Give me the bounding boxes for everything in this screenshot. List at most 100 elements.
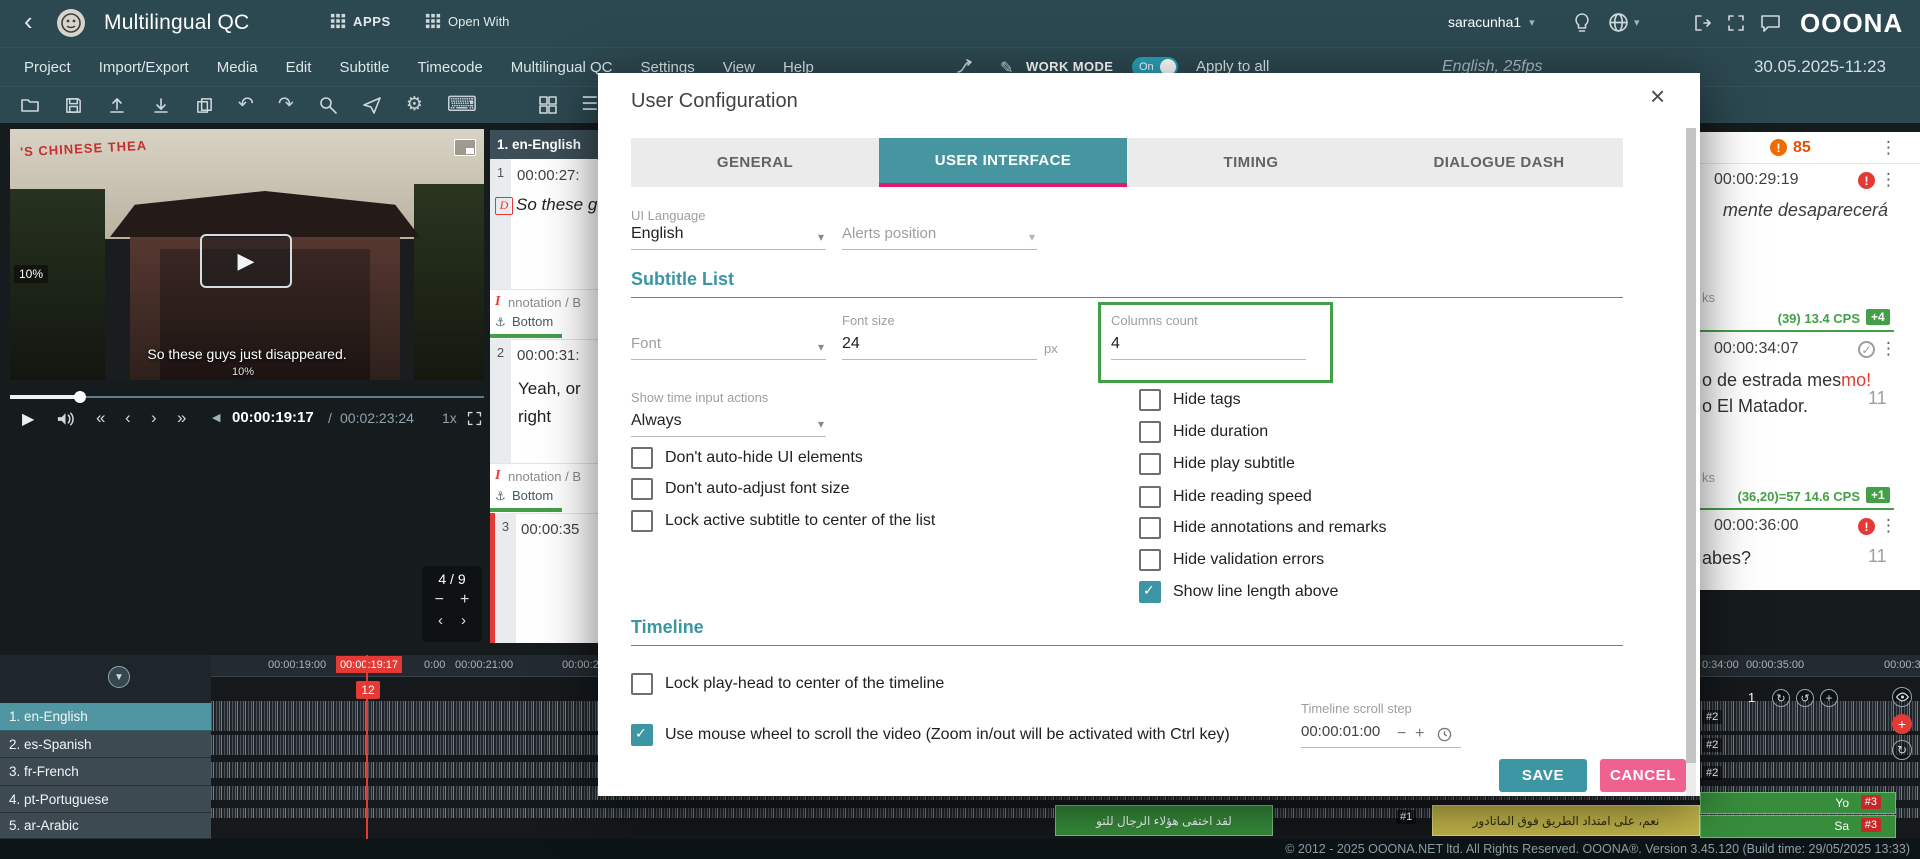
checkbox-box[interactable] [1139, 389, 1161, 411]
kebab-menu-icon[interactable]: ⋮ [1880, 517, 1897, 534]
target-text-2-line2[interactable]: o El Matador. [1702, 396, 1808, 417]
apps-button[interactable]: APPS [330, 13, 391, 29]
track-pt-portuguese[interactable]: 4. pt-Portuguese [0, 786, 211, 813]
subtitle-text-line1[interactable]: Yeah, or [518, 379, 581, 399]
layout-grid-icon[interactable] [539, 96, 557, 114]
volume-icon[interactable] [56, 410, 75, 428]
checkbox-hide-annotations[interactable]: Hide annotations and remarks [1139, 517, 1386, 539]
tab-general[interactable]: GENERAL [631, 138, 879, 187]
menu-timecode[interactable]: Timecode [417, 59, 482, 76]
zoom-in-button[interactable]: + [460, 591, 469, 609]
tab-dialogue-dash[interactable]: DIALOGUE DASH [1375, 138, 1623, 187]
zoom-out-button[interactable]: − [435, 591, 444, 609]
track-en-english[interactable]: 1. en-English [0, 703, 211, 731]
target-text-1[interactable]: mente desaparecerá [1700, 200, 1888, 221]
checkbox-show-line-length[interactable]: Show line length above [1139, 581, 1338, 603]
menu-media[interactable]: Media [217, 59, 258, 76]
pip-icon[interactable] [454, 139, 476, 156]
loop-icon[interactable]: ↻ [1772, 689, 1790, 707]
checkbox-box[interactable] [631, 673, 653, 695]
error-count-badge[interactable]: 85 [1793, 139, 1811, 157]
subtitle-text[interactable]: So these g [516, 195, 597, 215]
search-icon[interactable] [318, 95, 338, 115]
kebab-menu-icon[interactable]: ⋮ [1880, 139, 1897, 156]
save-button[interactable]: SAVE [1499, 759, 1587, 792]
clock-icon[interactable] [1437, 727, 1452, 742]
checkbox-hide-validation-errors[interactable]: Hide validation errors [1139, 549, 1324, 571]
alerts-position-select[interactable]: Alerts position ▾ [842, 225, 1037, 250]
scrollbar-thumb[interactable] [1686, 128, 1696, 763]
checkbox-box[interactable] [1139, 581, 1161, 603]
checkbox-box[interactable] [631, 447, 653, 469]
checkbox-hide-reading-speed[interactable]: Hide reading speed [1139, 486, 1312, 508]
skip-forward-icon[interactable]: » [177, 408, 186, 428]
menu-project[interactable]: Project [24, 59, 71, 76]
prev-frame-icon[interactable]: ◀ [212, 411, 220, 424]
checkbox-hide-tags[interactable]: Hide tags [1139, 389, 1241, 411]
menu-subtitle[interactable]: Subtitle [339, 59, 389, 76]
subtitle-row-1[interactable]: 1 00:00:27: D So these g [490, 159, 598, 290]
play-overlay-button[interactable]: ▶ [200, 234, 292, 288]
add-track-button[interactable]: + [1892, 714, 1912, 734]
checkbox-hide-duration[interactable]: Hide duration [1139, 421, 1268, 443]
checkbox-box[interactable] [1139, 486, 1161, 508]
checkbox-box[interactable] [1139, 517, 1161, 539]
skip-back-icon[interactable]: « [96, 408, 105, 428]
checkbox-box[interactable] [631, 478, 653, 500]
checkbox-box[interactable] [1139, 421, 1161, 443]
next-page-icon[interactable]: › [461, 612, 466, 629]
subtitle-row-2[interactable]: 2 00:00:31: Yeah, or right [490, 339, 598, 464]
keyboard-icon[interactable]: ⌨ [447, 95, 477, 115]
menu-import-export[interactable]: Import/Export [99, 59, 189, 76]
checkbox-box[interactable] [1139, 549, 1161, 571]
chat-icon[interactable] [1760, 13, 1781, 33]
row-start-time[interactable]: 00:00:27: [517, 167, 580, 184]
timeline-block-green[interactable]: لقد اختفى هؤلاء الرجال للتو [1055, 805, 1273, 836]
kebab-menu-icon[interactable]: ⋮ [1880, 171, 1897, 188]
show-time-actions-select[interactable]: Always ▾ [631, 412, 826, 437]
prev-subtitle-icon[interactable]: ‹ [125, 408, 131, 428]
cancel-button[interactable]: CANCEL [1600, 759, 1686, 792]
upload-icon[interactable] [107, 95, 127, 115]
redo-icon[interactable]: ↷ [278, 95, 294, 115]
checkbox-box[interactable] [1139, 453, 1161, 475]
target-time-3[interactable]: 00:00:36:00 [1714, 517, 1799, 535]
download-icon[interactable] [151, 95, 171, 115]
target-text-2-line1[interactable]: o de estrada mesmo! [1702, 370, 1871, 391]
checkbox-box[interactable] [631, 510, 653, 532]
track-es-spanish[interactable]: 2. es-Spanish [0, 731, 211, 758]
list-icon[interactable]: ☰ [581, 95, 598, 115]
tab-user-interface[interactable]: USER INTERFACE [879, 138, 1127, 187]
font-size-input[interactable]: 24 [842, 335, 1037, 360]
track-ar-arabic[interactable]: 5. ar-Arabic [0, 813, 211, 839]
dialog-scrollbar[interactable] [1686, 128, 1696, 796]
play-button[interactable]: ▶ [22, 409, 34, 429]
row-start-time[interactable]: 00:00:31: [517, 347, 580, 364]
tab-timing[interactable]: TIMING [1127, 138, 1375, 187]
target-text-3[interactable]: abes? [1702, 548, 1751, 569]
kebab-menu-icon[interactable]: ⋮ [1880, 340, 1897, 357]
prev-page-icon[interactable]: ‹ [438, 612, 443, 629]
open-with-button[interactable]: Open With [425, 13, 509, 29]
subtitle-row-3-active[interactable]: 3 00:00:35 [490, 513, 598, 643]
add-icon[interactable]: + [1820, 689, 1838, 707]
track-header[interactable]: 1. en-English [490, 130, 598, 159]
send-icon[interactable] [362, 95, 382, 115]
timeline-block-yellow[interactable]: نعم، على امتداد الطريق فوق الماتادور [1432, 805, 1700, 836]
open-folder-icon[interactable] [20, 95, 40, 115]
checkbox-lock-playhead[interactable]: Lock play-head to center of the timeline [631, 673, 944, 695]
undo-icon[interactable]: ↶ [238, 95, 254, 115]
checkbox-dont-auto-hide-ui[interactable]: Don't auto-hide UI elements [631, 447, 863, 469]
lightbulb-icon[interactable] [1572, 12, 1592, 34]
next-subtitle-icon[interactable]: › [151, 408, 157, 428]
speed-label[interactable]: 1x [442, 410, 457, 426]
refresh-icon[interactable]: ↻ [1892, 740, 1912, 760]
checkbox-hide-play-subtitle[interactable]: Hide play subtitle [1139, 453, 1295, 475]
menu-edit[interactable]: Edit [286, 59, 312, 76]
scroll-step-field[interactable]: 00:00:01:00 − + [1301, 723, 1461, 748]
collapse-down-icon[interactable]: ▼ [108, 666, 130, 688]
video-progress-bar[interactable] [10, 392, 484, 402]
back-icon[interactable]: ‹ [24, 6, 33, 37]
step-minus-button[interactable]: − [1397, 725, 1406, 743]
right-timeline-block[interactable]: Yo #3 [1700, 792, 1896, 814]
